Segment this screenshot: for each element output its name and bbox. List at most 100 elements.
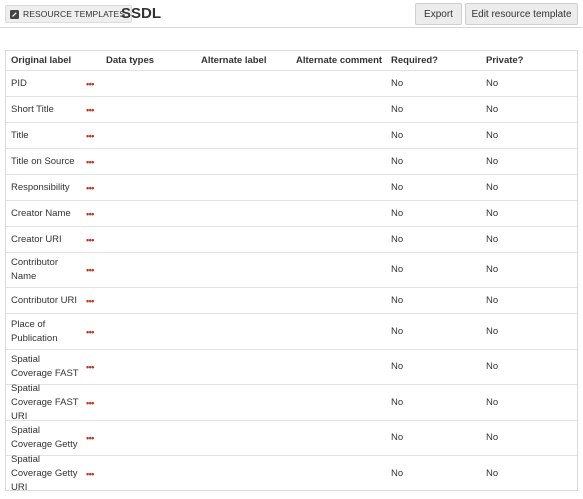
cell-alternate-label <box>201 97 291 122</box>
cell-required: No <box>391 103 404 115</box>
cell-data-types <box>106 149 196 174</box>
table-header-row: Original label Data types Alternate labe… <box>6 51 577 71</box>
row-actions-ellipsis-icon[interactable]: ••• <box>86 253 100 287</box>
cell-original-label: Spatial Coverage Getty URI <box>11 454 78 493</box>
cell-private: No <box>486 264 499 275</box>
table-row: Title on Source ••• No No <box>6 149 577 175</box>
cell-alternate-label <box>201 350 291 384</box>
cell-required: No <box>391 233 404 245</box>
cell-private: No <box>486 233 499 245</box>
table-row: Spatial Coverage FAST ••• No No <box>6 350 577 385</box>
cell-original-label: Responsibility <box>11 181 70 193</box>
cell-alternate-comment <box>296 288 386 313</box>
ellipsis-icon: ••• <box>86 234 94 245</box>
cell-alternate-comment <box>296 385 386 420</box>
breadcrumb-label: RESOURCE TEMPLATES <box>23 9 126 19</box>
ellipsis-icon: ••• <box>86 326 94 337</box>
table-row: Short Title ••• No No <box>6 97 577 123</box>
cell-original-label: Spatial Coverage FAST <box>11 354 79 379</box>
row-actions-ellipsis-icon[interactable]: ••• <box>86 350 100 384</box>
ellipsis-icon: ••• <box>86 182 94 193</box>
properties-table: Original label Data types Alternate labe… <box>5 50 578 493</box>
cell-required: No <box>391 181 404 193</box>
column-header-required: Required? <box>391 54 438 66</box>
cell-alternate-label <box>201 71 291 96</box>
cell-private: No <box>486 129 499 141</box>
cell-alternate-comment <box>296 253 386 287</box>
cell-original-label: Contributor URI <box>11 294 77 306</box>
cell-alternate-label <box>201 175 291 200</box>
row-actions-ellipsis-icon[interactable]: ••• <box>86 201 100 226</box>
pencil-square-icon <box>10 9 19 19</box>
table-row: Creator URI ••• No No <box>6 227 577 253</box>
row-actions-ellipsis-icon[interactable]: ••• <box>86 385 100 420</box>
cell-alternate-comment <box>296 201 386 226</box>
table-row: Spatial Coverage Getty URI ••• No No <box>6 454 577 493</box>
row-actions-ellipsis-icon[interactable]: ••• <box>86 288 100 313</box>
ellipsis-icon: ••• <box>86 130 94 141</box>
cell-alternate-label <box>201 227 291 252</box>
breadcrumb-resource-templates[interactable]: RESOURCE TEMPLATES <box>5 5 133 23</box>
column-header-data-types: Data types <box>106 54 155 66</box>
row-actions-ellipsis-icon[interactable]: ••• <box>86 421 100 455</box>
cell-alternate-comment <box>296 350 386 384</box>
export-button[interactable]: Export <box>415 3 462 25</box>
cell-data-types <box>106 350 196 384</box>
row-actions-ellipsis-icon[interactable]: ••• <box>86 123 100 148</box>
cell-private: No <box>486 468 499 479</box>
cell-required: No <box>391 432 404 443</box>
cell-data-types <box>106 314 196 349</box>
ellipsis-icon: ••• <box>86 433 94 443</box>
cell-original-label: Title <box>11 129 29 141</box>
table-row: Responsibility ••• No No <box>6 175 577 201</box>
cell-private: No <box>486 432 499 443</box>
cell-required: No <box>391 77 404 89</box>
cell-required: No <box>391 129 404 141</box>
cell-private: No <box>486 396 499 408</box>
cell-required: No <box>391 264 404 275</box>
row-actions-ellipsis-icon[interactable]: ••• <box>86 71 100 96</box>
ellipsis-icon: ••• <box>86 295 94 306</box>
cell-alternate-label <box>201 201 291 226</box>
cell-private: No <box>486 155 499 167</box>
table-row: Contributor URI ••• No No <box>6 288 577 314</box>
cell-alternate-label <box>201 421 291 455</box>
cell-original-label: PID <box>11 77 27 89</box>
cell-alternate-comment <box>296 314 386 349</box>
cell-alternate-comment <box>296 149 386 174</box>
row-actions-ellipsis-icon[interactable]: ••• <box>86 175 100 200</box>
column-header-private: Private? <box>486 54 524 66</box>
cell-original-label: Spatial Coverage Getty <box>11 425 78 450</box>
cell-original-label: Creator Name <box>11 207 71 219</box>
edit-resource-template-button[interactable]: Edit resource template <box>465 3 578 25</box>
row-actions-ellipsis-icon[interactable]: ••• <box>86 314 100 349</box>
row-actions-ellipsis-icon[interactable]: ••• <box>86 149 100 174</box>
row-actions-ellipsis-icon[interactable]: ••• <box>86 227 100 252</box>
cell-alternate-label <box>201 288 291 313</box>
cell-data-types <box>106 227 196 252</box>
cell-alternate-label <box>201 123 291 148</box>
cell-required: No <box>391 361 404 372</box>
cell-alternate-label <box>201 149 291 174</box>
cell-alternate-comment <box>296 421 386 455</box>
table-row: Spatial Coverage FAST URI ••• No No <box>6 383 577 422</box>
cell-alternate-comment <box>296 97 386 122</box>
table-row: Title ••• No No <box>6 123 577 149</box>
cell-alternate-comment <box>296 456 386 492</box>
row-actions-ellipsis-icon[interactable]: ••• <box>86 456 100 492</box>
cell-required: No <box>391 325 404 337</box>
row-actions-ellipsis-icon[interactable]: ••• <box>86 97 100 122</box>
cell-alternate-label <box>201 314 291 349</box>
cell-original-label: Contributor Name <box>11 257 58 282</box>
cell-required: No <box>391 468 404 479</box>
ellipsis-icon: ••• <box>86 469 94 479</box>
cell-original-label: Creator URI <box>11 233 62 245</box>
page-header: RESOURCE TEMPLATES SSDL Export Edit reso… <box>0 0 583 28</box>
cell-alternate-comment <box>296 227 386 252</box>
table-row: Contributor Name ••• No No <box>6 253 577 288</box>
cell-original-label: Title on Source <box>11 155 75 167</box>
cell-alternate-comment <box>296 123 386 148</box>
ellipsis-icon: ••• <box>86 397 94 408</box>
ellipsis-icon: ••• <box>86 362 94 372</box>
cell-private: No <box>486 103 499 115</box>
